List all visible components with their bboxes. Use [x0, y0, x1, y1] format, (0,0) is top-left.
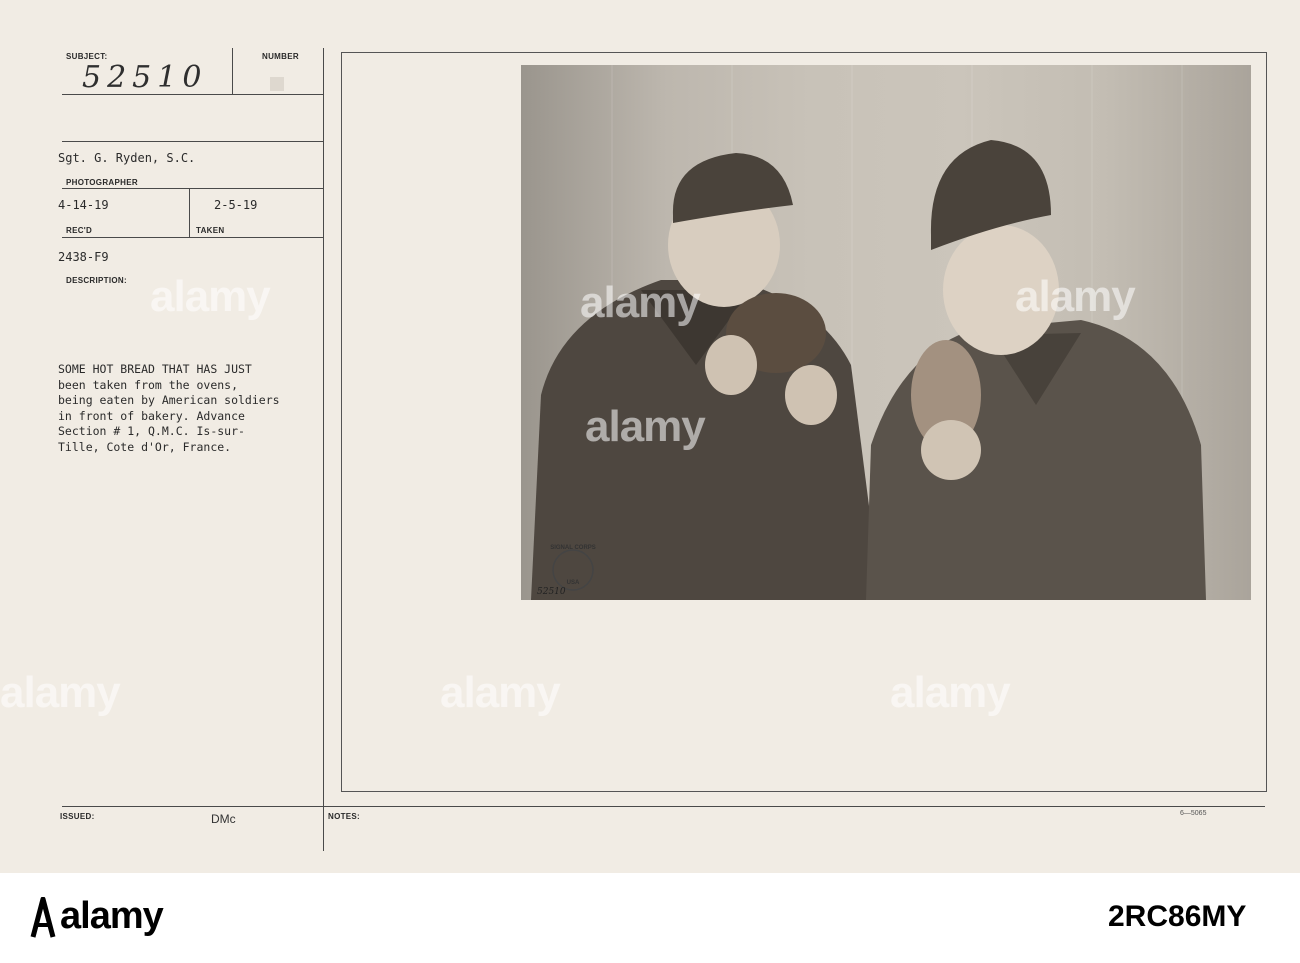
archive-record-card: SUBJECT: 52510 NUMBER Sgt. G. Ryden, S.C…: [0, 0, 1300, 873]
watermark: alamy: [585, 402, 706, 451]
alamy-logo-icon: [30, 897, 56, 938]
seal-text-bottom: USA: [566, 580, 580, 586]
taken-label: TAKEN: [196, 226, 225, 235]
received-date: 4-14-19: [58, 198, 109, 212]
subject-number: 52510: [82, 60, 208, 95]
stock-footer: alamy 2RC86MY: [0, 873, 1300, 963]
number-label: NUMBER: [262, 52, 299, 61]
seal-text-top: SIGNAL CORPS: [550, 545, 596, 551]
divider: [62, 141, 324, 142]
alamy-logo: alamy: [60, 895, 164, 937]
issued-initials: DMc: [211, 812, 236, 826]
description-label: DESCRIPTION:: [66, 276, 127, 285]
description-text: SOME HOT BREAD THAT HAS JUST been taken f…: [58, 362, 348, 455]
issued-label: ISSUED:: [60, 812, 95, 821]
soldiers-illustration: [531, 140, 1206, 600]
divider: [62, 188, 324, 189]
divider: [62, 806, 1265, 807]
description-line: in front of bakery. Advance: [58, 408, 245, 423]
description-line: Tille, Cote d'Or, France.: [58, 439, 232, 454]
photo-number: 52510: [537, 587, 566, 597]
photograph: SIGNAL CORPS USA 52510: [521, 65, 1251, 600]
divider: [189, 189, 190, 237]
description-line: SOME HOT BREAD THAT HAS JUST: [58, 362, 252, 376]
divider: [62, 237, 324, 238]
photographer-name: Sgt. G. Ryden, S.C.: [58, 151, 196, 165]
notes-label: NOTES:: [328, 812, 361, 821]
photographer-label: PHOTOGRAPHER: [66, 178, 138, 187]
description-line: being eaten by American soldiers: [58, 393, 280, 407]
form-number: 6—5065: [1180, 810, 1207, 817]
description-line: been taken from the ovens,: [58, 377, 239, 392]
watermark: alamy: [0, 668, 121, 717]
watermark: alamy: [440, 668, 561, 717]
divider: [232, 48, 233, 94]
image-code: 2RC86MY: [1108, 900, 1247, 933]
description-line: Section # 1, Q.M.C. Is-sur-: [58, 424, 245, 438]
file-code: 2438-F9: [58, 250, 109, 264]
received-label: REC'D: [66, 226, 93, 235]
watermark: alamy: [890, 668, 1011, 717]
watermark: alamy: [150, 272, 271, 321]
number-stamp: [270, 77, 284, 91]
taken-date: 2-5-19: [214, 198, 258, 212]
column-divider: [323, 48, 324, 851]
watermark: alamy: [1015, 272, 1136, 321]
divider: [62, 94, 324, 95]
watermark: alamy: [580, 278, 701, 327]
